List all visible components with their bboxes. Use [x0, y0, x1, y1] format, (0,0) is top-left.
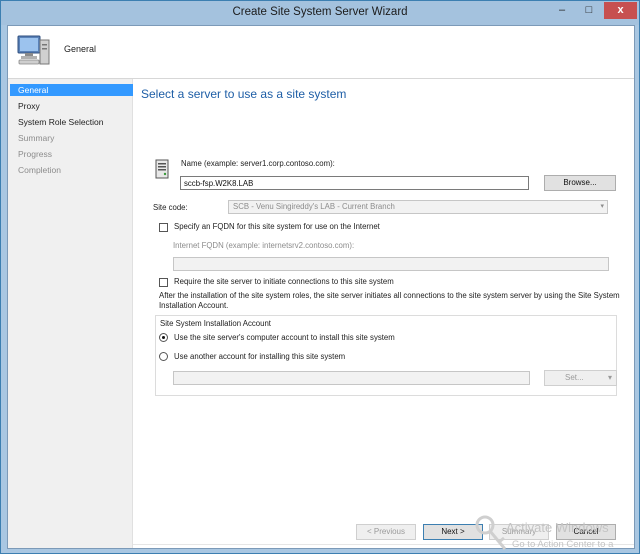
- set-button[interactable]: Set... ▾: [544, 370, 617, 386]
- page-heading: Select a server to use as a site system: [141, 87, 347, 101]
- site-code-value: SCB - Venu Singireddy's LAB - Current Br…: [233, 202, 395, 211]
- nav-item-general[interactable]: General: [10, 84, 134, 96]
- site-code-select[interactable]: SCB - Venu Singireddy's LAB - Current Br…: [228, 200, 608, 214]
- fqdn-checkbox-label: Specify an FQDN for this site system for…: [174, 222, 380, 231]
- fqdn-checkbox[interactable]: [159, 223, 168, 232]
- radio-computer-account[interactable]: [159, 333, 168, 342]
- window-title: Create Site System Server Wizard: [232, 6, 408, 18]
- name-input[interactable]: sccb-fsp.W2K8.LAB: [180, 176, 529, 190]
- wizard-window: Create Site System Server Wizard – □ x G…: [0, 0, 640, 554]
- info-text: After the installation of the site syste…: [159, 291, 620, 310]
- browse-button[interactable]: Browse...: [544, 175, 616, 191]
- key-icon: [475, 515, 507, 550]
- nav-item-proxy[interactable]: Proxy: [10, 100, 134, 112]
- radio-another-account-label: Use another account for installing this …: [174, 352, 346, 361]
- server-icon: [155, 159, 169, 179]
- radio-another-account[interactable]: [159, 352, 168, 361]
- minimize-button[interactable]: –: [549, 2, 575, 19]
- internet-fqdn-label: Internet FQDN (example: internetsrv2.con…: [173, 241, 355, 250]
- internet-fqdn-input[interactable]: [173, 257, 609, 271]
- wizard-nav: General Proxy System Role Selection Summ…: [8, 79, 134, 548]
- nav-item-progress: Progress: [18, 149, 53, 159]
- site-code-label: Site code:: [153, 203, 188, 212]
- require-connection-label: Require the site server to initiate conn…: [174, 277, 394, 286]
- activate-windows-watermark: Activate Windows: [506, 520, 609, 535]
- computer-icon: [17, 35, 50, 65]
- nav-item-summary: Summary: [18, 133, 55, 143]
- install-account-group-title: Site System Installation Account: [160, 319, 271, 328]
- wizard-content: Select a server to use as a site system …: [133, 79, 634, 548]
- wizard-header: General: [8, 26, 634, 79]
- name-label: Name (example: server1.corp.contoso.com)…: [181, 159, 335, 168]
- nav-item-system-role-selection[interactable]: System Role Selection: [10, 116, 134, 128]
- require-connection-checkbox[interactable]: [159, 278, 168, 287]
- radio-computer-account-label: Use the site server's computer account t…: [174, 333, 395, 342]
- header-title: General: [64, 44, 97, 54]
- chevron-down-icon: ▾: [600, 203, 604, 210]
- account-input[interactable]: [173, 371, 530, 385]
- wizard-client-area: General General Proxy System Role Select…: [7, 25, 635, 549]
- nav-item-completion: Completion: [18, 165, 61, 175]
- title-bar[interactable]: Create Site System Server Wizard – □ x: [1, 1, 639, 25]
- previous-button[interactable]: < Previous: [356, 524, 416, 540]
- maximize-button[interactable]: □: [576, 2, 602, 19]
- activate-windows-subtext: Go to Action Center to a: [512, 539, 614, 550]
- set-button-label: Set...: [565, 373, 584, 382]
- close-button[interactable]: x: [604, 2, 637, 19]
- set-dropdown-icon: ▾: [607, 373, 612, 382]
